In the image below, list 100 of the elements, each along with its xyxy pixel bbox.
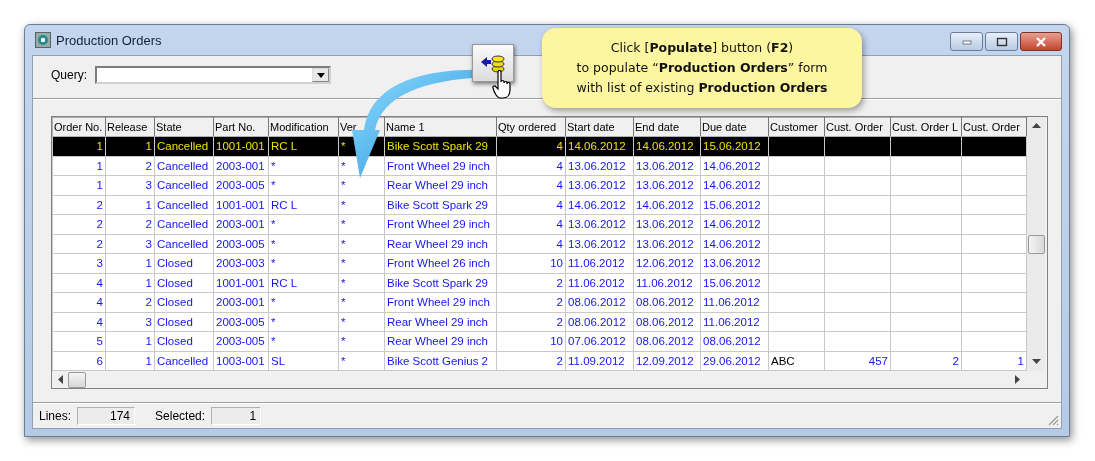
vertical-scrollbar[interactable]	[1027, 117, 1045, 371]
table-cell	[961, 253, 1027, 273]
minimize-button[interactable]	[950, 32, 983, 51]
column-header[interactable]: Cust. Order	[824, 117, 891, 137]
selected-count: 1	[211, 407, 262, 425]
table-cell: Rear Wheel 29 inch	[384, 331, 497, 351]
table-cell	[961, 312, 1027, 332]
table-row[interactable]: 4 2 Closed 2003-001 * * Front Wheel 29 inch 2 08.06.2012 08.06.2012 11.06.2012	[52, 292, 1027, 312]
table-row[interactable]: 2 3 Cancelled 2003-005 * * Rear Wheel 29 inch 4 13.06.2012 13.06.2012 14.06.2012	[52, 234, 1027, 254]
resize-grip-icon[interactable]	[1047, 414, 1059, 426]
table-row[interactable]: 1 3 Cancelled 2003-005 * * Rear Wheel 29 inch 4 13.06.2012 13.06.2012 14.06.2012	[52, 175, 1027, 195]
right-arrow-icon[interactable]	[1015, 375, 1021, 384]
table-cell: 14.06.2012	[700, 234, 769, 254]
scroll-thumb[interactable]	[1027, 235, 1045, 254]
table-cell: 13.06.2012	[565, 234, 634, 254]
column-header[interactable]: Start date	[565, 117, 634, 137]
table-row[interactable]: 2 1 Cancelled 1001-001 RC L * Bike Scott Spark 29 4 14.06.2012 14.06.2012 15.06.2012	[52, 195, 1027, 215]
table-cell	[824, 312, 891, 332]
table-cell: 2	[52, 214, 106, 234]
table-row[interactable]: 3 1 Closed 2003-003 * * Front Wheel 26 inch 10 11.06.2012 12.06.2012 13.06.2012	[52, 253, 1027, 273]
table-cell: 3	[52, 253, 106, 273]
table-cell: Cancelled	[154, 195, 214, 215]
table-cell: 2	[52, 195, 106, 215]
column-header[interactable]: Release	[105, 117, 155, 137]
table-cell: 4	[496, 175, 566, 195]
down-arrow-icon[interactable]	[1031, 359, 1041, 365]
table-cell	[768, 331, 825, 351]
table-cell: 457	[824, 351, 891, 371]
table-cell: 3	[105, 175, 155, 195]
table-cell: 12.06.2012	[633, 253, 701, 273]
table-cell	[768, 214, 825, 234]
table-cell: 1	[105, 351, 155, 371]
query-dropdown[interactable]	[95, 66, 331, 84]
table-cell: 5	[52, 331, 106, 351]
table-cell: 11.06.2012	[565, 253, 634, 273]
close-button[interactable]	[1020, 32, 1062, 51]
table-cell	[824, 195, 891, 215]
table-cell: 1001-001	[213, 273, 269, 293]
column-header[interactable]: End date	[633, 117, 701, 137]
table-cell: 11.06.2012	[565, 273, 634, 293]
table-cell: *	[268, 156, 339, 176]
table-cell: 11.09.2012	[565, 351, 634, 371]
lines-count: 174	[77, 407, 136, 425]
table-cell	[768, 175, 825, 195]
table-cell: 2	[496, 312, 566, 332]
table-cell: 1	[105, 273, 155, 293]
table-cell: 2	[496, 273, 566, 293]
column-header[interactable]: Cust. Order L	[890, 117, 962, 137]
maximize-button[interactable]	[985, 32, 1018, 51]
table-cell: 08.06.2012	[700, 331, 769, 351]
table-cell: 2003-003	[213, 253, 269, 273]
table-cell: 2	[496, 292, 566, 312]
table-cell: 13.06.2012	[633, 214, 701, 234]
left-arrow-icon[interactable]	[58, 375, 64, 384]
table-cell: *	[338, 312, 385, 332]
scroll-thumb[interactable]	[68, 371, 86, 388]
column-header[interactable]: Due date	[700, 117, 769, 137]
table-row[interactable]: 4 3 Closed 2003-005 * * Rear Wheel 29 inch 2 08.06.2012 08.06.2012 11.06.2012	[52, 312, 1027, 332]
up-arrow-icon[interactable]	[1031, 123, 1041, 129]
table-cell: Cancelled	[154, 175, 214, 195]
table-cell	[768, 195, 825, 215]
table-row[interactable]: 1 1 Cancelled 1001-001 RC L * Bike Scott Spark 29 4 14.06.2012 14.06.2012 15.06.2012	[52, 136, 1027, 156]
column-header[interactable]: Customer	[768, 117, 825, 137]
table-cell: 15.06.2012	[700, 273, 769, 293]
table-cell: 10	[496, 331, 566, 351]
table-cell: 4	[496, 214, 566, 234]
column-header[interactable]: Qty ordered	[496, 117, 566, 137]
table-cell	[890, 292, 962, 312]
column-header[interactable]: State	[154, 117, 214, 137]
table-cell: *	[268, 253, 339, 273]
table-row[interactable]: 4 1 Closed 1001-001 RC L * Bike Scott Spark 29 2 11.06.2012 11.06.2012 15.06.2012	[52, 273, 1027, 293]
table-cell: 2003-001	[213, 292, 269, 312]
table-cell	[768, 312, 825, 332]
table-cell: 11.06.2012	[700, 312, 769, 332]
table-cell	[824, 175, 891, 195]
table-cell: Rear Wheel 29 inch	[384, 175, 497, 195]
table-cell: 14.06.2012	[633, 195, 701, 215]
column-header[interactable]: Order No.	[52, 117, 106, 137]
table-cell: *	[338, 253, 385, 273]
table-cell: Bike Scott Genius 2	[384, 351, 497, 371]
table-row[interactable]: 2 2 Cancelled 2003-001 * * Front Wheel 29 inch 4 13.06.2012 13.06.2012 14.06.2012	[52, 214, 1027, 234]
table-cell: 1	[52, 156, 106, 176]
table-cell: 2003-005	[213, 234, 269, 254]
column-header[interactable]: Modification	[268, 117, 339, 137]
table-cell	[961, 214, 1027, 234]
column-header[interactable]: Cust. Order	[961, 117, 1027, 137]
table-cell: *	[338, 195, 385, 215]
table-cell	[824, 331, 891, 351]
table-cell: 1	[105, 195, 155, 215]
table-cell: Front Wheel 29 inch	[384, 214, 497, 234]
table-cell: 2	[52, 234, 106, 254]
table-row[interactable]: 6 1 Cancelled 1003-001 SL * Bike Scott Genius 2 2 11.09.2012 12.09.2012 29.06.2012 ABC 457 2 1	[52, 351, 1027, 371]
table-cell	[961, 156, 1027, 176]
minimize-icon	[961, 38, 972, 45]
table-cell	[824, 273, 891, 293]
populate-button[interactable]	[472, 44, 514, 82]
table-row[interactable]: 5 1 Closed 2003-005 * * Rear Wheel 29 inch 10 07.06.2012 08.06.2012 08.06.2012	[52, 331, 1027, 351]
column-header[interactable]: Name 1	[384, 117, 497, 137]
table-cell: 08.06.2012	[633, 312, 701, 332]
column-header[interactable]: Part No.	[213, 117, 269, 137]
